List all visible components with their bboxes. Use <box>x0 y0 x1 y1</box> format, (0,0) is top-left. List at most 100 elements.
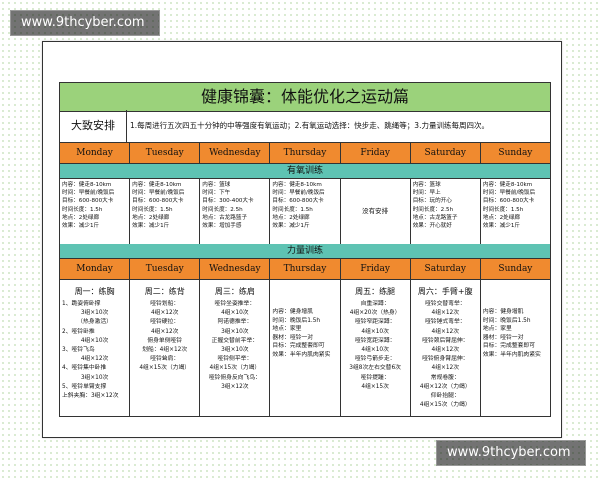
strength-line: 哑铃颈后臂屈伸： <box>422 337 469 344</box>
strength-line: 哑铃窄距深蹲： <box>354 319 396 326</box>
day-header-monday: Monday <box>60 143 131 163</box>
aerobic-cell-wednesday: 内容：篮球 时间：下午 目标：300-400大卡 时间长度：2.5h 地点：古龙… <box>200 179 271 244</box>
strength-line: 俯身单侧哑铃 <box>147 337 183 344</box>
strength-head: 周三：练肩 <box>214 287 255 296</box>
strength-line: 4组×12次 <box>150 328 179 335</box>
aerobic-cell-monday: 内容：健走8-10km 时间：早餐前/晚饭后 目标：600-800大卡 时间长度… <box>60 179 131 244</box>
summary-text: 1.每周进行五次四五十分钟的中等强度有氧运动；2.有氧运动选择：快步走、跳绳等；… <box>130 121 489 130</box>
page-title: 健康锦囊：体能优化之运动篇 <box>59 82 551 112</box>
aerobic-line: 内容：健走8-10km <box>272 182 322 188</box>
day-header-thursday: Thursday <box>270 259 341 279</box>
aerobic-line: 目标：600-800大卡 <box>62 198 114 205</box>
aerobic-line: 效果：减少1斤 <box>132 223 170 230</box>
aerobic-line: 时间：早餐前/晚饭后 <box>272 190 325 197</box>
strength-line: 4组×12次 <box>150 310 179 317</box>
strength-line: 3组×10次 <box>221 347 249 354</box>
aerobic-line: 内容：健走8-10km <box>62 182 112 188</box>
strength-line: 哑铃划船： <box>150 301 180 307</box>
aerobic-line: 时间长度：1.5h <box>482 206 524 213</box>
strength-line: 哑铃俯身臂屈伸： <box>422 356 469 363</box>
strength-line: 仰卧抬腿： <box>430 393 460 400</box>
strength-cell-wednesday: 周三：练肩 哑铃坐姿推举： 4组×10次 阿诺德推举： 3组×10次 正握交替前… <box>200 280 271 416</box>
strength-line: 自重深蹲： <box>360 301 390 307</box>
strength-line: 3组×10次 <box>221 328 249 335</box>
strength-cell-thursday: 内容：健身增肌 时间：晚饭后1.5h 地点：家里 器材：哑铃一对 目标：完成整套… <box>270 280 341 416</box>
aerobic-cell-sunday: 内容：健走8-10km 时间：早餐前/晚饭后 目标：600-800大卡 时间长度… <box>481 179 550 244</box>
strength-line: 4组×10次 <box>361 347 389 354</box>
aerobic-cell-tuesday: 内容：健走8-10km 时间：早餐前/晚饭后 目标：600-800大卡 时间长度… <box>130 179 201 244</box>
day-header-wednesday: Wednesday <box>200 259 271 279</box>
day-header-sunday: Sunday <box>480 259 550 279</box>
strength-line: 4组×12次 <box>431 347 460 354</box>
strength-line: 时间：晚饭后1.5h <box>482 317 531 324</box>
strength-line: 哑铃提踵： <box>360 374 390 381</box>
aerobic-line: 内容：篮球 <box>412 182 441 188</box>
summary-label: 大致安排 <box>60 110 127 142</box>
strength-line: 时间：晚饭后1.5h <box>272 317 321 324</box>
strength-line: 4组×12次 <box>80 356 109 363</box>
day-header-wednesday: Wednesday <box>200 143 271 163</box>
section-aerobic: 有氧训练 <box>59 164 551 179</box>
aerobic-line: 时间：下午 <box>202 190 231 197</box>
aerobic-line: 效果：开心就好 <box>412 223 452 230</box>
day-header-strength: Monday Tuesday Wednesday Thursday Friday… <box>59 259 551 280</box>
strength-line: 3组×12次 <box>221 383 249 390</box>
strength-head: 周五：练腿 <box>355 287 396 296</box>
strength-line: 哑铃弓箭步走： <box>354 356 396 363</box>
aerobic-cell-saturday: 内容：篮球 时间：早上 目标：玩的开心 时间长度：2.5h 地点：古龙路篮子 效… <box>411 179 481 244</box>
aerobic-line: 效果：减少1斤 <box>62 223 100 230</box>
strength-line: 目标：完成整套即可 <box>482 343 536 350</box>
aerobic-line: 地点：2处绿廊 <box>272 214 310 221</box>
aerobic-line: 效果：减少1斤 <box>272 223 310 230</box>
strength-line: 4组×15次（力竭） <box>419 402 471 409</box>
aerobic-line: 效果：增加手感 <box>202 223 242 230</box>
strength-line: 效果：半年内肌肉紧实 <box>272 351 331 358</box>
aerobic-line: 内容：健走8-10km <box>482 182 533 188</box>
aerobic-line: 内容：篮球 <box>202 182 231 188</box>
strength-line: 常规卷腹： <box>430 374 460 381</box>
strength-line: 内容：健身增肌 <box>272 309 314 315</box>
aerobic-line: 时间：早餐前/晚饭后 <box>482 190 536 197</box>
strength-line: 哑铃耸肩： <box>150 356 180 363</box>
strength-line: 哑铃锤式弯举： <box>424 319 466 326</box>
aerobic-cell-thursday: 内容：健走8-10km 时间：早餐前/晚饭后 目标：600-800大卡 时间长度… <box>270 179 341 244</box>
aerobic-line: 时间：早餐前/晚饭后 <box>62 190 115 197</box>
day-header-tuesday: Tuesday <box>130 143 201 163</box>
aerobic-no-plan: 没有安排 <box>362 207 389 216</box>
watermark-top: www.9thcyber.com <box>10 10 160 36</box>
watermark-bottom: www.9thcyber.com <box>436 440 586 466</box>
strength-line: 5、哑铃单臂支撑 <box>62 383 107 390</box>
aerobic-cell-friday: 没有安排 <box>341 179 411 244</box>
aerobic-line: 地点：古龙路篮子 <box>202 214 248 221</box>
aerobic-line: 地点：2处绿廊 <box>62 214 100 221</box>
strength-line: 阿诺德推举： <box>217 319 253 326</box>
strength-line: 划船：4组×12次 <box>142 347 188 354</box>
aerobic-line: 时间：早上 <box>412 190 441 197</box>
day-header-sunday: Sunday <box>480 143 550 163</box>
strength-line: 哑铃俯身反向飞鸟： <box>208 374 261 381</box>
strength-line: 地点：家里 <box>482 326 512 333</box>
strength-line: 4组×12次 <box>431 328 460 335</box>
strength-line: 哑铃宽距深蹲： <box>354 337 396 344</box>
strength-line: 4组×10次 <box>361 328 389 335</box>
strength-plain: 内容：健身增肌 时间：晚饭后1.5h 地点：家里 器材：哑铃一对 目标：完成整套… <box>483 308 548 360</box>
aerobic-line: 时间长度：1.5h <box>272 206 313 213</box>
strength-line: 4、哑铃集中卧推 <box>62 365 107 372</box>
strength-line: 器材：哑铃一对 <box>482 334 524 341</box>
aerobic-line: 内容：健走8-10km <box>132 182 182 188</box>
strength-line: 4组×12次 <box>431 310 460 317</box>
strength-grid: 周一：练胸 1、跪姿俯卧撑 3组×10次 （热身激活） 2、哑铃卧推 4组×10… <box>59 280 551 417</box>
aerobic-line: 时间长度：1.5h <box>62 206 103 213</box>
aerobic-line: 时间：早餐前/晚饭后 <box>132 190 185 197</box>
aerobic-line: 目标：600-800大卡 <box>272 198 324 205</box>
strength-line: 目标：完成整套即可 <box>272 343 325 350</box>
strength-line: 4组×20次（热身） <box>349 310 401 317</box>
day-header-thursday: Thursday <box>270 143 341 163</box>
strength-line: 效果：半年内肌肉紧实 <box>482 351 541 358</box>
strength-line: 3、哑铃飞鸟 <box>62 347 95 354</box>
strength-line: 哑铃坐姿推举： <box>214 301 256 307</box>
aerobic-line: 时间长度：1.5h <box>132 206 173 213</box>
summary-row: 大致安排 1.每周进行五次四五十分钟的中等强度有氧运动；2.有氧运动选择：快步走… <box>59 110 551 143</box>
aerobic-line: 目标：300-400大卡 <box>202 198 254 205</box>
strength-line: （热身激活） <box>77 319 112 326</box>
